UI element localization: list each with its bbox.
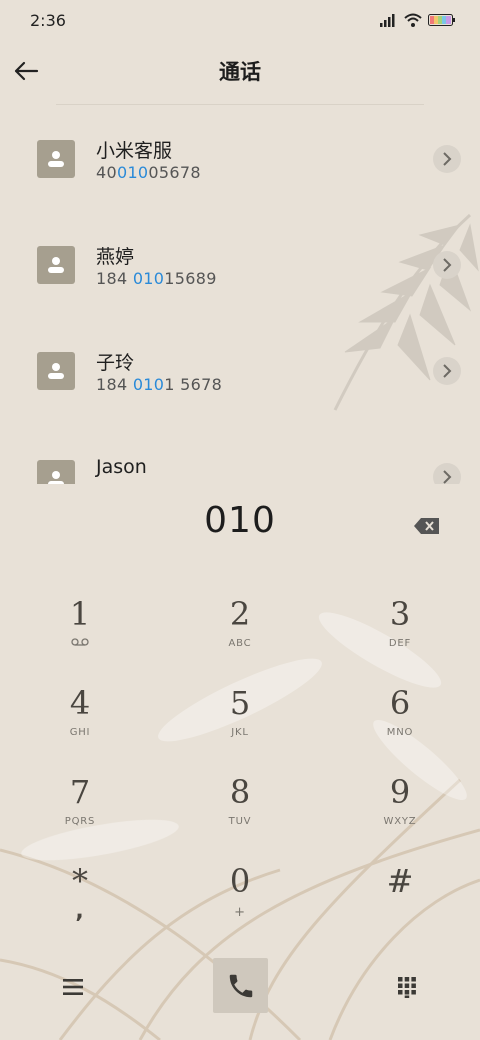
menu-icon	[63, 979, 83, 995]
dialpad-toggle-button[interactable]	[390, 970, 424, 1004]
back-button[interactable]	[6, 51, 46, 91]
chevron-right-icon	[443, 470, 452, 484]
chevron-right-icon	[443, 258, 452, 272]
bottom-action-bar	[0, 958, 480, 1016]
chevron-right-icon	[443, 152, 452, 166]
status-time: 2:36	[30, 10, 66, 30]
contact-name: 小米客服	[96, 140, 173, 162]
page-title: 通话	[219, 60, 261, 84]
avatar	[37, 352, 75, 390]
dialpad-icon	[398, 977, 416, 998]
contact-number: 4001005678	[96, 163, 201, 182]
key-3[interactable]: 3 DEF	[340, 590, 460, 670]
contact-detail-button[interactable]	[433, 145, 461, 173]
avatar	[37, 246, 75, 284]
contact-row[interactable]: 子玲 184 0101 5678	[0, 322, 480, 422]
key-2[interactable]: 2 ABC	[180, 590, 300, 670]
chevron-right-icon	[443, 364, 452, 378]
contact-detail-button[interactable]	[433, 357, 461, 385]
key-1[interactable]: 1	[20, 590, 140, 670]
contact-name: 子玲	[96, 352, 135, 374]
key-4[interactable]: 4 GHI	[20, 679, 140, 759]
contact-row[interactable]: 小米客服 4001005678	[0, 110, 480, 210]
key-hash[interactable]: #	[340, 857, 460, 937]
header-divider	[56, 104, 424, 105]
key-8[interactable]: 8 TUV	[180, 768, 300, 848]
menu-button[interactable]	[56, 970, 90, 1004]
person-icon	[48, 363, 64, 379]
voicemail-icon	[71, 638, 89, 646]
person-icon	[48, 151, 64, 167]
avatar	[37, 460, 75, 484]
wifi-icon	[404, 13, 422, 27]
dial-keypad: 1 2 ABC 3 DEF 4 GHI 5 JKL 6 MNO 7 PQRS 8…	[0, 590, 480, 946]
person-icon	[48, 471, 64, 484]
key-0[interactable]: 0 +	[180, 857, 300, 937]
contact-row[interactable]: Jason	[0, 428, 480, 484]
key-6[interactable]: 6 MNO	[340, 679, 460, 759]
person-icon	[48, 257, 64, 273]
contact-number: 184 0101 5678	[96, 375, 223, 394]
key-5[interactable]: 5 JKL	[180, 679, 300, 759]
key-7[interactable]: 7 PQRS	[20, 768, 140, 848]
key-9[interactable]: 9 WXYZ	[340, 768, 460, 848]
signal-icon	[380, 14, 395, 27]
status-bar: 2:36	[0, 0, 480, 40]
contact-row[interactable]: 燕婷 184 01015689	[0, 216, 480, 316]
header: 通话	[0, 44, 480, 98]
contact-detail-button[interactable]	[433, 251, 461, 279]
phone-icon	[229, 974, 252, 997]
contact-name: 燕婷	[96, 246, 135, 268]
arrow-left-icon	[14, 61, 39, 81]
backspace-icon	[414, 518, 439, 534]
call-button[interactable]	[213, 958, 268, 1013]
status-icons	[380, 13, 456, 27]
avatar	[37, 140, 75, 178]
contact-results-list[interactable]: 小米客服 4001005678 燕婷 184 01015689 子玲 184 0…	[0, 110, 480, 484]
battery-icon	[428, 14, 455, 26]
key-star[interactable]: * ,	[20, 857, 140, 937]
backspace-button[interactable]	[410, 512, 444, 540]
contact-number: 184 01015689	[96, 269, 217, 288]
dial-number-display: 010	[204, 500, 276, 541]
contact-name: Jason	[96, 456, 147, 478]
contact-detail-button[interactable]	[433, 463, 461, 484]
